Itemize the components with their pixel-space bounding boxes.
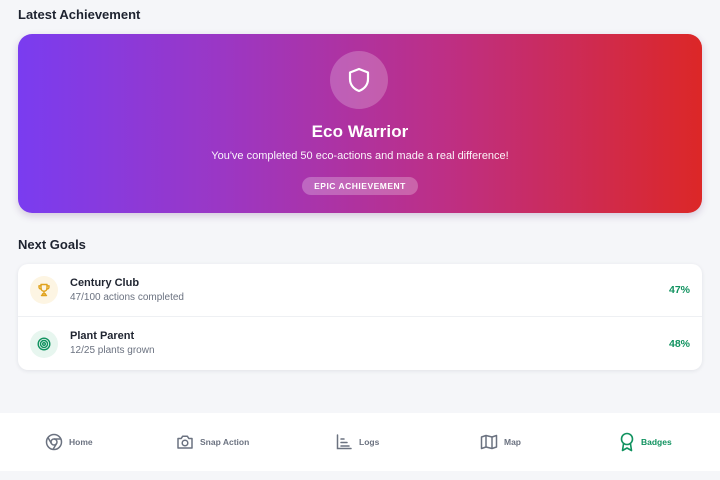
goal-progress-text: 47/100 actions completed <box>70 291 184 303</box>
nav-label: Snap Action <box>200 437 250 447</box>
nav-item-badges[interactable]: Badges <box>619 413 672 471</box>
goal-icon-wrap <box>30 329 58 358</box>
achievement-icon-circle <box>330 51 388 109</box>
badge-icon <box>620 432 634 452</box>
goal-item-century-club[interactable]: Century Club 47/100 actions completed 47… <box>18 264 702 317</box>
goal-name: Century Club <box>70 276 140 289</box>
nav-item-logs[interactable]: Logs <box>335 413 379 471</box>
nav-label: Logs <box>359 437 380 447</box>
achievement-card[interactable]: Eco Warrior You've completed 50 eco-acti… <box>18 34 702 213</box>
goal-name: Plant Parent <box>70 330 135 342</box>
goal-percent: 47% <box>668 284 690 296</box>
nav-label: Home <box>69 437 93 447</box>
bottom-nav: Home Snap Action Logs Map Badges <box>0 413 720 471</box>
nav-item-home[interactable]: Home <box>45 413 93 471</box>
shield-icon <box>348 67 370 93</box>
nav-label: Map <box>504 437 521 447</box>
camera-icon <box>177 435 193 449</box>
trophy-icon <box>38 283 50 297</box>
nav-item-snap-action[interactable]: Snap Action <box>176 413 249 471</box>
map-icon <box>480 434 498 450</box>
goal-item-plant-parent[interactable]: Plant Parent 12/25 plants grown 48% <box>18 317 702 370</box>
achievement-rarity-badge: EPIC ACHIEVEMENT <box>302 177 418 195</box>
badges-page: Latest Achievement Eco Warrior You've co… <box>0 0 720 480</box>
logs-icon <box>336 434 352 450</box>
next-goals-heading: Next Goals <box>18 237 86 252</box>
nav-item-map[interactable]: Map <box>480 413 521 471</box>
achievement-title: Eco Warrior <box>311 122 409 141</box>
goal-progress-text: 12/25 plants grown <box>70 345 155 356</box>
goals-list: Century Club 47/100 actions completed 47… <box>18 264 702 370</box>
nav-label: Badges <box>641 437 672 447</box>
goal-icon-wrap <box>30 276 58 304</box>
achievement-description: You've completed 50 eco-actions and made… <box>211 150 509 162</box>
target-icon <box>37 336 51 351</box>
latest-achievement-heading: Latest Achievement <box>18 7 141 22</box>
goal-percent: 48% <box>668 337 690 350</box>
home-icon <box>45 433 63 451</box>
